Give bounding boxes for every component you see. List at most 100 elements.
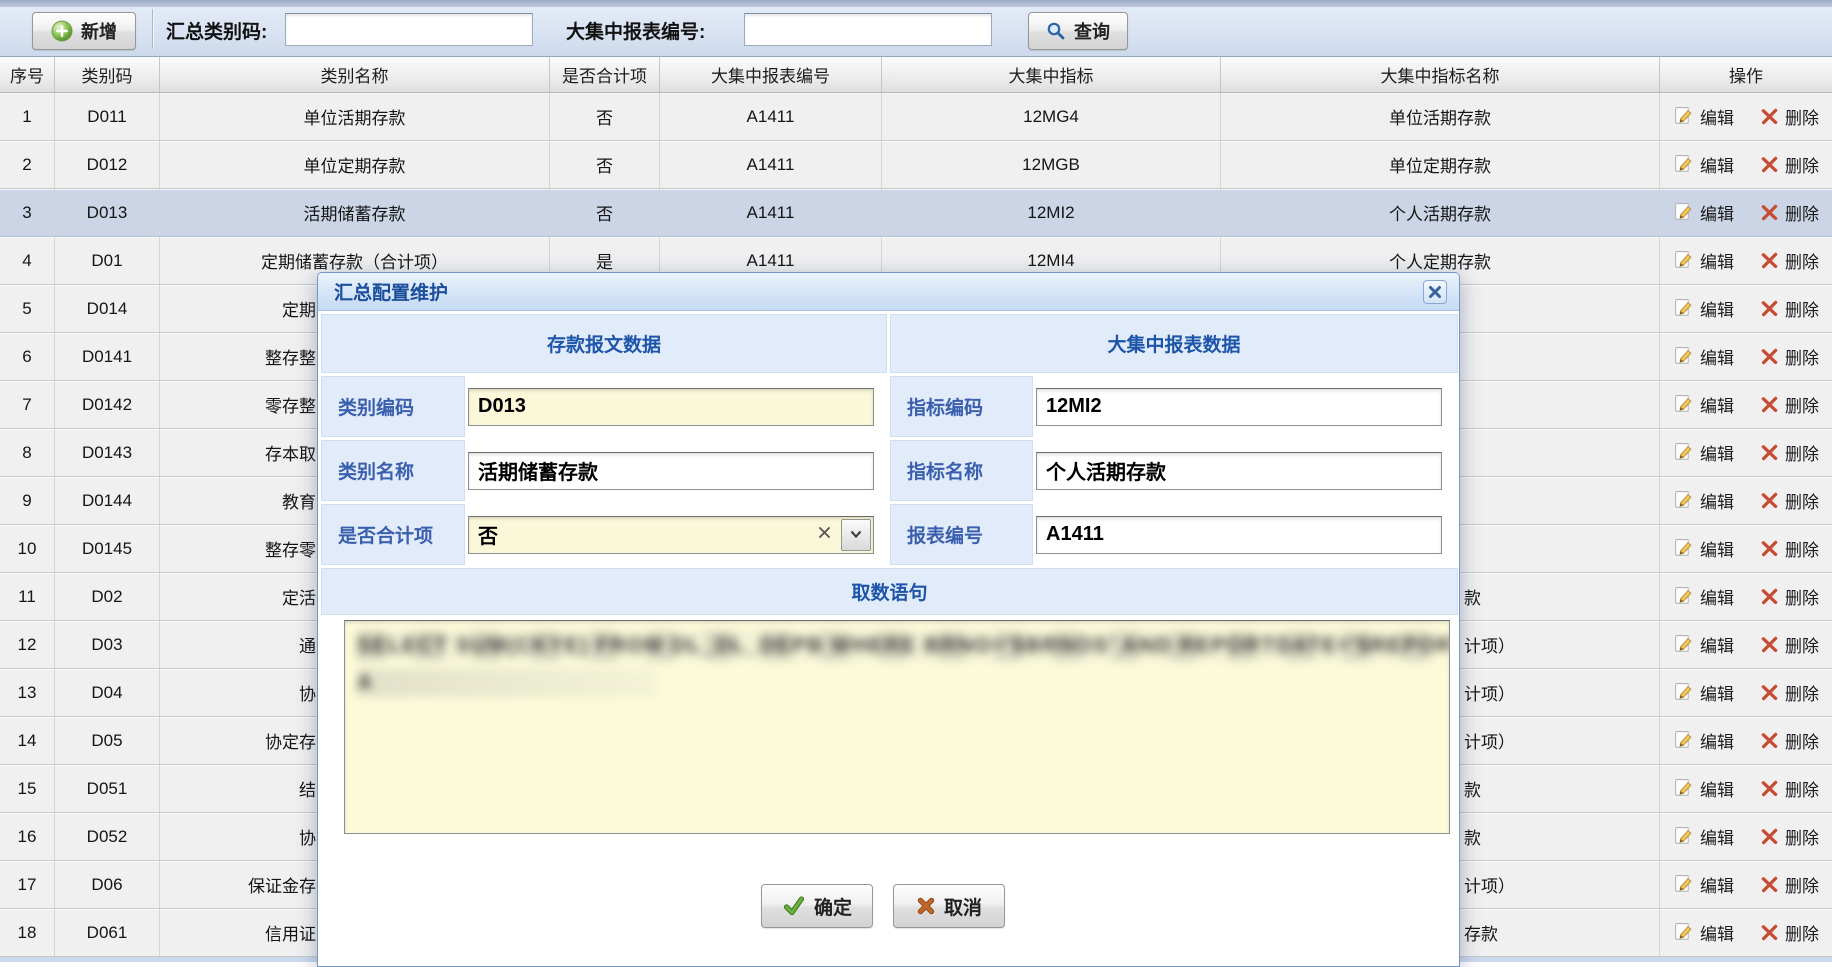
edit-pencil-icon <box>1673 874 1694 895</box>
delete-button[interactable]: 删除 <box>1760 296 1819 321</box>
delete-x-icon <box>1760 635 1779 654</box>
cell-indicator: 12MG4 <box>882 93 1221 140</box>
edit-button[interactable]: 编辑 <box>1673 104 1734 129</box>
edit-button[interactable]: 编辑 <box>1673 296 1734 321</box>
edit-button[interactable]: 编辑 <box>1673 920 1734 945</box>
indicator-name-input[interactable] <box>1036 452 1442 490</box>
cell-code: D061 <box>55 909 160 956</box>
indicator-code-field-cell <box>1036 376 1458 437</box>
edit-button[interactable]: 编辑 <box>1673 440 1734 465</box>
category-code-field-cell <box>468 376 886 437</box>
column-header-actions[interactable]: 操作 <box>1660 57 1832 92</box>
cell-actions: 编辑 删除 <box>1660 189 1832 236</box>
edit-button[interactable]: 编辑 <box>1673 584 1734 609</box>
edit-button[interactable]: 编辑 <box>1673 824 1734 849</box>
edit-label: 编辑 <box>1700 248 1734 273</box>
delete-button[interactable]: 删除 <box>1760 584 1819 609</box>
delete-button[interactable]: 删除 <box>1760 728 1819 753</box>
cell-actions: 编辑 删除 <box>1660 909 1832 956</box>
edit-pencil-icon <box>1673 202 1694 223</box>
delete-button[interactable]: 删除 <box>1760 392 1819 417</box>
delete-button[interactable]: 删除 <box>1760 920 1819 945</box>
clear-icon[interactable] <box>818 526 831 539</box>
add-button[interactable]: 新增 <box>32 12 136 50</box>
column-header-is-total[interactable]: 是否合计项 <box>550 57 660 92</box>
edit-label: 编辑 <box>1700 584 1734 609</box>
column-header-code[interactable]: 类别码 <box>55 57 160 92</box>
edit-button[interactable]: 编辑 <box>1673 344 1734 369</box>
dropdown-button[interactable] <box>841 519 871 551</box>
category-name-input[interactable] <box>468 452 874 490</box>
delete-x-icon <box>1760 875 1779 894</box>
sql-line-2: A <box>357 669 657 697</box>
delete-button[interactable]: 删除 <box>1760 680 1819 705</box>
report-no-input[interactable] <box>744 13 992 46</box>
delete-button[interactable]: 删除 <box>1760 776 1819 801</box>
cell-actions: 编辑 删除 <box>1660 285 1832 332</box>
edit-button[interactable]: 编辑 <box>1673 728 1734 753</box>
sql-section-header: 取数语句 <box>321 568 1458 615</box>
table-row[interactable]: 3 D013 活期储蓄存款 否 A1411 12MI2 个人活期存款 编辑 <box>0 189 1832 237</box>
delete-label: 删除 <box>1785 824 1819 849</box>
indicator-name-label: 指标名称 <box>890 440 1033 501</box>
edit-button[interactable]: 编辑 <box>1673 488 1734 513</box>
delete-button[interactable]: 删除 <box>1760 344 1819 369</box>
cell-code: D0141 <box>55 333 160 380</box>
cancel-button[interactable]: 取消 <box>893 884 1005 928</box>
close-button[interactable] <box>1423 280 1447 304</box>
edit-pencil-icon <box>1673 682 1694 703</box>
is-total-combo[interactable]: 否 <box>468 516 874 554</box>
delete-button[interactable]: 删除 <box>1760 248 1819 273</box>
delete-button[interactable]: 删除 <box>1760 488 1819 513</box>
cell-no: 18 <box>0 909 55 956</box>
delete-label: 删除 <box>1785 776 1819 801</box>
edit-pencil-icon <box>1673 826 1694 847</box>
search-button[interactable]: 查询 <box>1028 12 1128 50</box>
table-row[interactable]: 1 D011 单位活期存款 否 A1411 12MG4 单位活期存款 编辑 <box>0 93 1832 141</box>
indicator-code-input[interactable] <box>1036 388 1442 426</box>
edit-label: 编辑 <box>1700 872 1734 897</box>
edit-button[interactable]: 编辑 <box>1673 248 1734 273</box>
delete-button[interactable]: 删除 <box>1760 440 1819 465</box>
indicator-code-label: 指标编码 <box>890 376 1033 437</box>
delete-button[interactable]: 删除 <box>1760 152 1819 177</box>
cell-report-no: A1411 <box>660 189 882 236</box>
column-header-report-no[interactable]: 大集中报表编号 <box>660 57 882 92</box>
delete-button[interactable]: 删除 <box>1760 824 1819 849</box>
sql-textarea[interactable]: SELECT SUM(CKYE) FROM DL_DL_DEPB WHERE B… <box>344 620 1450 834</box>
cell-no: 10 <box>0 525 55 572</box>
delete-x-icon <box>1760 779 1779 798</box>
cell-no: 5 <box>0 285 55 332</box>
column-header-name[interactable]: 类别名称 <box>160 57 550 92</box>
report-no-dialog-input[interactable] <box>1036 516 1442 554</box>
dialog-titlebar[interactable]: 汇总配置维护 <box>318 273 1459 311</box>
summary-code-input[interactable] <box>285 13 533 46</box>
edit-button[interactable]: 编辑 <box>1673 680 1734 705</box>
cell-no: 1 <box>0 93 55 140</box>
edit-button[interactable]: 编辑 <box>1673 200 1734 225</box>
category-name-field-cell <box>468 440 886 501</box>
ok-button[interactable]: 确定 <box>761 884 873 928</box>
delete-button[interactable]: 删除 <box>1760 200 1819 225</box>
edit-label: 编辑 <box>1700 536 1734 561</box>
category-code-input[interactable] <box>468 388 874 426</box>
delete-button[interactable]: 删除 <box>1760 872 1819 897</box>
cell-code: D06 <box>55 861 160 908</box>
add-button-label: 新增 <box>81 18 117 44</box>
edit-button[interactable]: 编辑 <box>1673 392 1734 417</box>
edit-button[interactable]: 编辑 <box>1673 776 1734 801</box>
column-header-no[interactable]: 序号 <box>0 57 55 92</box>
column-header-indicator[interactable]: 大集中指标 <box>882 57 1221 92</box>
edit-pencil-icon <box>1673 394 1694 415</box>
edit-button[interactable]: 编辑 <box>1673 152 1734 177</box>
delete-button[interactable]: 删除 <box>1760 104 1819 129</box>
delete-button[interactable]: 删除 <box>1760 536 1819 561</box>
delete-label: 删除 <box>1785 488 1819 513</box>
edit-button[interactable]: 编辑 <box>1673 536 1734 561</box>
cell-actions: 编辑 删除 <box>1660 861 1832 908</box>
column-header-indicator-name[interactable]: 大集中指标名称 <box>1221 57 1660 92</box>
edit-button[interactable]: 编辑 <box>1673 632 1734 657</box>
table-row[interactable]: 2 D012 单位定期存款 否 A1411 12MGB 单位定期存款 编辑 <box>0 141 1832 189</box>
delete-button[interactable]: 删除 <box>1760 632 1819 657</box>
edit-button[interactable]: 编辑 <box>1673 872 1734 897</box>
